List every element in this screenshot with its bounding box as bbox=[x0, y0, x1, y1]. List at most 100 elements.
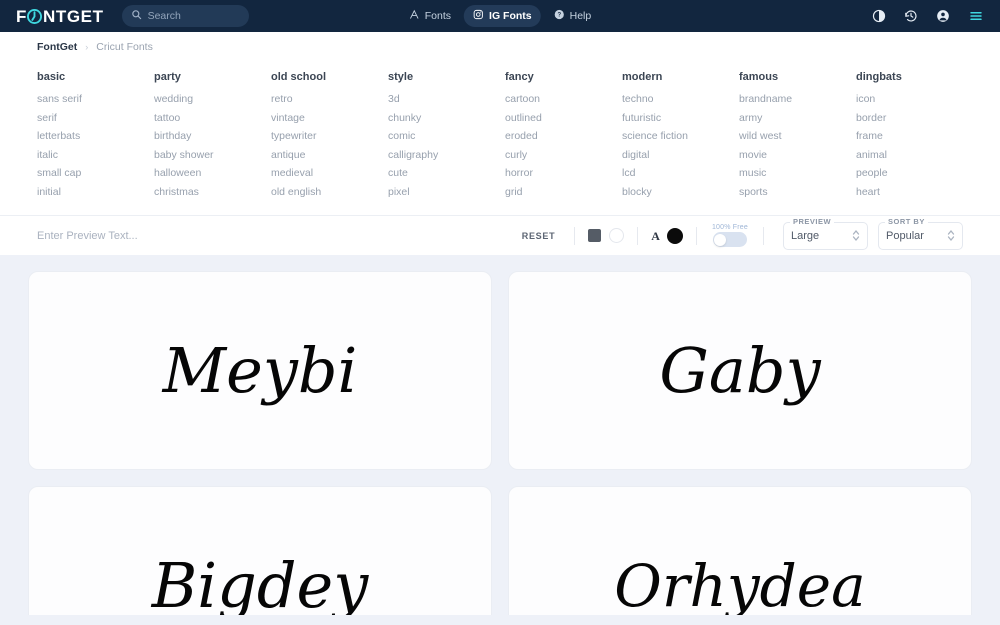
category-item[interactable]: christmas bbox=[154, 183, 271, 202]
background-color-picker-icon[interactable] bbox=[609, 228, 625, 243]
category-item[interactable]: retro bbox=[271, 90, 388, 109]
category-heading[interactable]: famous bbox=[739, 71, 856, 83]
category-item[interactable]: tattoo bbox=[154, 109, 271, 128]
free-filter-toggle-group: 100% Free bbox=[706, 224, 754, 247]
breadcrumb-home[interactable]: FontGet bbox=[37, 41, 77, 53]
nav-item-help[interactable]: ? Help bbox=[545, 5, 601, 27]
category-item[interactable]: curly bbox=[505, 146, 622, 165]
font-card[interactable]: Gaby bbox=[508, 271, 972, 470]
category-item[interactable]: icon bbox=[856, 90, 973, 109]
theme-toggle-icon[interactable] bbox=[872, 9, 886, 23]
category-heading[interactable]: old school bbox=[271, 71, 388, 83]
sort-by-legend: SORT BY bbox=[885, 216, 928, 226]
category-item[interactable]: old english bbox=[271, 183, 388, 202]
category-item[interactable]: pixel bbox=[388, 183, 505, 202]
free-filter-toggle[interactable] bbox=[712, 232, 747, 247]
preview-size-select[interactable]: PREVIEW Large bbox=[783, 216, 868, 250]
chevron-updown-icon bbox=[852, 229, 860, 242]
category-heading[interactable]: modern bbox=[622, 71, 739, 83]
category-item[interactable]: birthday bbox=[154, 127, 271, 146]
preview-size-value: Large bbox=[791, 229, 820, 242]
account-icon[interactable] bbox=[936, 9, 950, 23]
history-icon[interactable] bbox=[904, 9, 918, 23]
app-header: F NTGET Fonts bbox=[0, 0, 1000, 32]
category-item[interactable]: futuristic bbox=[622, 109, 739, 128]
category-item[interactable]: calligraphy bbox=[388, 146, 505, 165]
category-item[interactable]: comic bbox=[388, 127, 505, 146]
category-heading[interactable]: style bbox=[388, 71, 505, 83]
category-item[interactable]: initial bbox=[37, 183, 154, 202]
category-item[interactable]: blocky bbox=[622, 183, 739, 202]
category-item[interactable]: science fiction bbox=[622, 127, 739, 146]
category-item[interactable]: eroded bbox=[505, 127, 622, 146]
category-item[interactable]: chunky bbox=[388, 109, 505, 128]
category-item[interactable]: letterbats bbox=[37, 127, 154, 146]
category-item[interactable]: brandname bbox=[739, 90, 856, 109]
category-item[interactable]: wedding bbox=[154, 90, 271, 109]
category-heading[interactable]: fancy bbox=[505, 71, 622, 83]
background-color-swatch[interactable] bbox=[588, 229, 602, 242]
app-logo[interactable]: F NTGET bbox=[16, 8, 104, 25]
nav-item-fonts[interactable]: Fonts bbox=[400, 5, 460, 27]
logo-circle-icon bbox=[27, 8, 43, 24]
font-sample-text: Gaby bbox=[659, 333, 821, 407]
category-item[interactable]: digital bbox=[622, 146, 739, 165]
question-circle-icon: ? bbox=[554, 9, 565, 23]
category-item[interactable]: small cap bbox=[37, 164, 154, 183]
category-item[interactable]: animal bbox=[856, 146, 973, 165]
category-item[interactable]: sans serif bbox=[37, 90, 154, 109]
category-item[interactable]: cartoon bbox=[505, 90, 622, 109]
search-box[interactable] bbox=[121, 5, 249, 27]
category-column-fancy: fancy cartoon outlined eroded curly horr… bbox=[505, 71, 622, 201]
category-item[interactable]: lcd bbox=[622, 164, 739, 183]
search-input[interactable] bbox=[147, 10, 240, 22]
category-column-basic: basic sans serif serif letterbats italic… bbox=[37, 71, 154, 201]
category-heading[interactable]: party bbox=[154, 71, 271, 83]
category-item[interactable]: typewriter bbox=[271, 127, 388, 146]
font-results-area: Meybi Gaby Bigdey Orhydea bbox=[0, 255, 1000, 615]
category-item[interactable]: 3d bbox=[388, 90, 505, 109]
text-color-swatch[interactable] bbox=[666, 227, 683, 244]
category-item[interactable]: halloween bbox=[154, 164, 271, 183]
category-heading[interactable]: dingbats bbox=[856, 71, 973, 83]
nav-item-ig-fonts[interactable]: IG Fonts bbox=[464, 5, 541, 27]
category-item[interactable]: serif bbox=[37, 109, 154, 128]
reset-button[interactable]: RESET bbox=[512, 231, 566, 241]
category-item[interactable]: movie bbox=[739, 146, 856, 165]
category-item[interactable]: medieval bbox=[271, 164, 388, 183]
nav-label-fonts: Fonts bbox=[424, 10, 452, 22]
category-item[interactable]: italic bbox=[37, 146, 154, 165]
category-column-famous: famous brandname army wild west movie mu… bbox=[739, 71, 856, 201]
toolbar-divider bbox=[695, 226, 697, 245]
category-item[interactable]: techno bbox=[622, 90, 739, 109]
category-item[interactable]: vintage bbox=[271, 109, 388, 128]
category-item[interactable]: frame bbox=[856, 127, 973, 146]
category-item[interactable]: people bbox=[856, 164, 973, 183]
category-heading[interactable]: basic bbox=[37, 71, 154, 83]
category-item[interactable]: outlined bbox=[505, 109, 622, 128]
category-column-dingbats: dingbats icon border frame animal people… bbox=[856, 71, 973, 201]
category-item[interactable]: music bbox=[739, 164, 856, 183]
category-item[interactable]: army bbox=[739, 109, 856, 128]
sort-by-value: Popular bbox=[886, 229, 924, 242]
font-card[interactable]: Meybi bbox=[28, 271, 492, 470]
preview-text-input[interactable] bbox=[37, 229, 297, 242]
font-card[interactable]: Orhydea bbox=[508, 486, 972, 615]
instagram-icon bbox=[473, 9, 484, 23]
logo-text-right: NTGET bbox=[42, 6, 104, 26]
category-item[interactable]: grid bbox=[505, 183, 622, 202]
category-item[interactable]: border bbox=[856, 109, 973, 128]
category-item[interactable]: baby shower bbox=[154, 146, 271, 165]
hamburger-menu-icon[interactable] bbox=[968, 9, 984, 23]
category-item[interactable]: heart bbox=[856, 183, 973, 202]
category-item[interactable]: sports bbox=[739, 183, 856, 202]
font-card[interactable]: Bigdey bbox=[28, 486, 492, 615]
sort-by-select[interactable]: SORT BY Popular bbox=[878, 216, 963, 250]
category-item[interactable]: horror bbox=[505, 164, 622, 183]
category-column-modern: modern techno futuristic science fiction… bbox=[622, 71, 739, 201]
category-item[interactable]: antique bbox=[271, 146, 388, 165]
category-item[interactable]: wild west bbox=[739, 127, 856, 146]
toolbar-divider bbox=[574, 226, 576, 245]
category-item[interactable]: cute bbox=[388, 164, 505, 183]
font-sample-text: Orhydea bbox=[614, 551, 866, 615]
